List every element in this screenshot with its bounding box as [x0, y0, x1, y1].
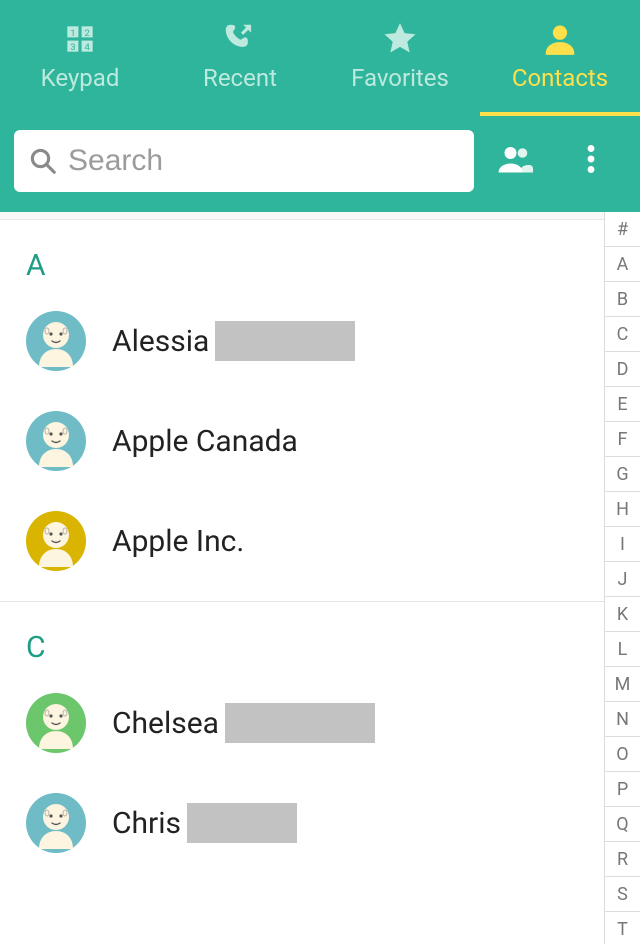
- index-M[interactable]: M: [605, 667, 640, 702]
- more-options-button[interactable]: [556, 130, 626, 192]
- contact-row[interactable]: Apple Inc.: [0, 491, 604, 591]
- avatar: [26, 411, 86, 471]
- list-top-gap: [0, 212, 604, 220]
- contact-row[interactable]: Apple Canada: [0, 391, 604, 491]
- contact-name: Chris: [112, 803, 297, 843]
- recent-icon: [221, 20, 259, 58]
- alphabet-index-rail[interactable]: #ABCDEFGHIJKLMNOPQRSTUV: [604, 212, 640, 944]
- index-A[interactable]: A: [605, 247, 640, 282]
- tab-favorites[interactable]: Favorites: [320, 0, 480, 112]
- index-Q[interactable]: Q: [605, 807, 640, 842]
- search-icon: [28, 146, 58, 176]
- toolbar: [0, 116, 640, 212]
- index-R[interactable]: R: [605, 842, 640, 877]
- avatar: [26, 793, 86, 853]
- avatar: [26, 693, 86, 753]
- content-area: A Alessia Apple Canada Apple Inc. C Chelsea Ch…: [0, 212, 640, 944]
- groups-icon: [497, 141, 533, 181]
- contact-row[interactable]: Chelsea: [0, 673, 604, 773]
- tab-label: Recent: [203, 64, 277, 92]
- tab-label: Contacts: [512, 64, 608, 92]
- index-hash[interactable]: #: [605, 212, 640, 247]
- redacted-surname: [215, 321, 355, 361]
- index-L[interactable]: L: [605, 632, 640, 667]
- index-N[interactable]: N: [605, 702, 640, 737]
- contact-name: Alessia: [112, 321, 355, 361]
- contact-name: Apple Inc.: [112, 524, 244, 559]
- svg-text:4: 4: [84, 42, 90, 53]
- search-input[interactable]: [68, 144, 460, 178]
- section-header-C: C: [0, 602, 604, 673]
- contact-name: Apple Canada: [112, 424, 298, 459]
- svg-text:3: 3: [70, 42, 75, 53]
- avatar: [26, 511, 86, 571]
- index-F[interactable]: F: [605, 422, 640, 457]
- star-icon: [381, 20, 419, 58]
- tab-label: Keypad: [41, 64, 120, 92]
- index-J[interactable]: J: [605, 562, 640, 597]
- index-G[interactable]: G: [605, 457, 640, 492]
- tab-label: Favorites: [351, 64, 449, 92]
- keypad-icon: 1234: [61, 20, 99, 58]
- tab-recent[interactable]: Recent: [160, 0, 320, 112]
- index-C[interactable]: C: [605, 317, 640, 352]
- contacts-list[interactable]: A Alessia Apple Canada Apple Inc. C Chelsea Ch…: [0, 212, 604, 944]
- contact-row[interactable]: Chris: [0, 773, 604, 873]
- index-H[interactable]: H: [605, 492, 640, 527]
- index-P[interactable]: P: [605, 772, 640, 807]
- index-I[interactable]: I: [605, 527, 640, 562]
- index-B[interactable]: B: [605, 282, 640, 317]
- top-tabs: 1234 Keypad Recent Favorites Contacts: [0, 0, 640, 112]
- more-vertical-icon: [573, 141, 609, 181]
- groups-button[interactable]: [480, 130, 550, 192]
- index-T[interactable]: T: [605, 912, 640, 944]
- contact-name: Chelsea: [112, 703, 375, 743]
- svg-text:2: 2: [84, 28, 89, 39]
- phone-app-header: 1234 Keypad Recent Favorites Contacts: [0, 0, 640, 212]
- redacted-surname: [225, 703, 375, 743]
- avatar: [26, 311, 86, 371]
- index-S[interactable]: S: [605, 877, 640, 912]
- index-D[interactable]: D: [605, 352, 640, 387]
- index-O[interactable]: O: [605, 737, 640, 772]
- person-icon: [541, 20, 579, 58]
- contact-row[interactable]: Alessia: [0, 291, 604, 391]
- redacted-surname: [187, 803, 297, 843]
- index-K[interactable]: K: [605, 597, 640, 632]
- section-header-A: A: [0, 220, 604, 291]
- svg-text:1: 1: [70, 28, 75, 39]
- index-E[interactable]: E: [605, 387, 640, 422]
- tab-contacts[interactable]: Contacts: [480, 0, 640, 112]
- search-box[interactable]: [14, 130, 474, 192]
- tab-keypad[interactable]: 1234 Keypad: [0, 0, 160, 112]
